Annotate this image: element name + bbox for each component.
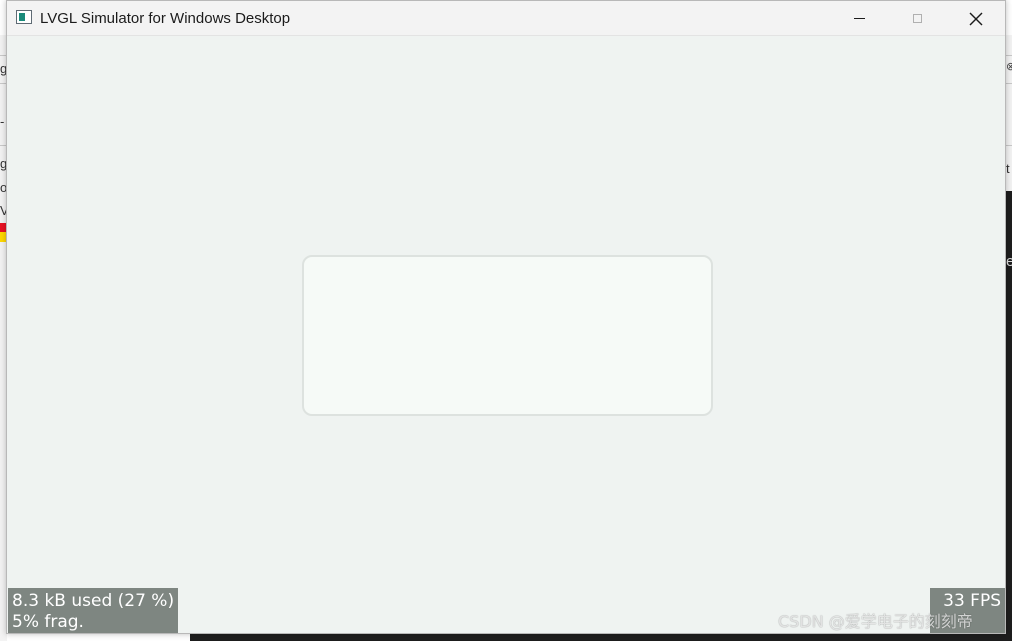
maximize-button[interactable]: [888, 1, 946, 36]
memory-monitor: 8.3 kB used (27 %) 5% frag.: [8, 588, 178, 633]
window-title: LVGL Simulator for Windows Desktop: [40, 10, 291, 27]
background-dark-panel-bottom: [190, 633, 1012, 641]
fps-text: 33 FPS: [943, 591, 1001, 611]
bg-glyph: e: [1006, 253, 1012, 270]
close-icon: [969, 12, 983, 25]
app-window-icon: [16, 10, 32, 24]
window-titlebar[interactable]: LVGL Simulator for Windows Desktop: [7, 1, 1005, 36]
minimize-icon: [853, 18, 865, 19]
minimize-button[interactable]: [830, 1, 888, 36]
bg-dark-panel: e: [1006, 191, 1012, 641]
bg-glyph: ⊗: [1006, 61, 1012, 73]
watermark: CSDN @爱学电子的刻刻帝: [778, 612, 973, 631]
lvgl-panel[interactable]: [302, 255, 713, 416]
close-button[interactable]: [947, 1, 1005, 36]
memory-used-text: 8.3 kB used (27 %): [12, 591, 175, 611]
lvgl-screen[interactable]: 8.3 kB used (27 %) 5% frag. 33 FPS: [7, 36, 1005, 633]
bg-glyph: -: [0, 114, 5, 129]
simulator-window: LVGL Simulator for Windows Desktop 8.3 k…: [6, 0, 1006, 634]
bg-glyph: t: [1006, 161, 1010, 176]
background-app-right-edge: ⊗ t e: [1006, 35, 1012, 641]
maximize-icon: [912, 14, 922, 23]
memory-frag-text: 5% frag.: [12, 612, 84, 632]
